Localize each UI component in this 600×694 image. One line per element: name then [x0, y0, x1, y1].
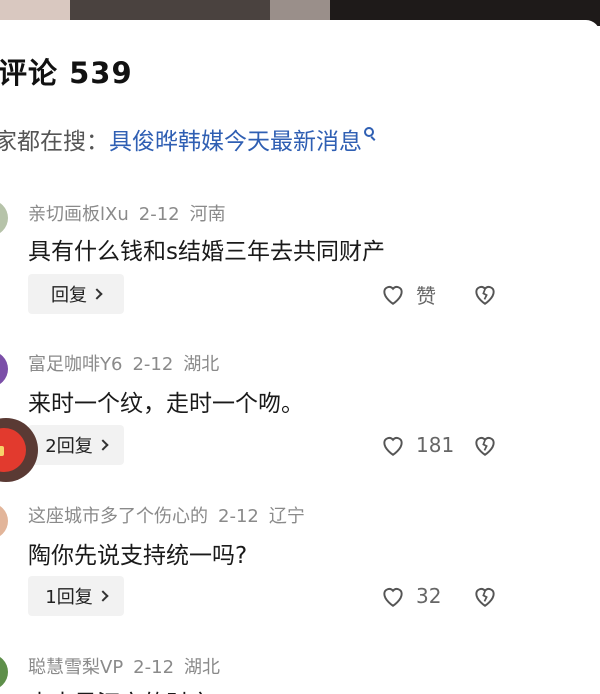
reply-button[interactable]: 1回复 — [28, 576, 124, 616]
comment-count-title: 评论 539 — [0, 56, 133, 90]
comment-location: 湖北 — [183, 354, 220, 375]
dislike-button[interactable] — [472, 274, 508, 314]
comment-location: 河南 — [189, 204, 226, 225]
broken-heart-icon — [475, 588, 495, 607]
broken-heart-icon — [475, 286, 495, 305]
comment-location: 湖北 — [184, 657, 221, 678]
comment-username[interactable]: 亲切画板lXu — [28, 204, 129, 225]
like-count: 32 — [416, 584, 442, 608]
comment-meta: 聪慧雪梨VP 2-12 湖北 — [28, 653, 220, 679]
comment-text: 陶你先说支持统一吗? — [28, 543, 248, 569]
chevron-right-icon — [97, 590, 109, 602]
like-button[interactable]: 32 — [380, 576, 441, 616]
like-button[interactable]: 181 — [380, 425, 454, 465]
comment-date: 2-12 — [138, 204, 180, 225]
comment-username[interactable]: 这座城市多了个伤心的 — [28, 506, 208, 527]
reply-button[interactable]: 2回复 — [28, 425, 124, 465]
reply-button[interactable]: 回复 — [28, 274, 124, 314]
comment-username[interactable]: 富足咖啡Y6 — [28, 354, 122, 375]
dislike-button[interactable] — [472, 576, 508, 616]
reply-label: 回复 — [51, 285, 87, 306]
comment-meta: 亲切画板lXu 2-12 河南 — [28, 200, 226, 226]
comment-text: 本来是汪家的财产 — [28, 684, 212, 694]
reply-label: 1回复 — [45, 587, 93, 608]
comment-meta: 这座城市多了个伤心的 2-12 辽宁 — [28, 502, 305, 528]
dislike-button[interactable] — [472, 425, 508, 465]
heart-outline-icon — [383, 437, 403, 456]
chevron-right-icon — [97, 439, 109, 451]
search-tip-prefix: 家都在搜： — [0, 129, 109, 155]
like-count: 赞 — [416, 283, 436, 308]
heart-outline-icon — [383, 286, 403, 305]
floating-gift-badge[interactable] — [0, 410, 42, 490]
comment-date: 2-12 — [218, 506, 259, 527]
comment-date: 2-12 — [133, 657, 175, 678]
chevron-right-icon — [91, 288, 103, 300]
reply-label: 2回复 — [45, 436, 93, 457]
heart-outline-icon — [383, 588, 403, 607]
comment-date: 2-12 — [132, 354, 174, 375]
trending-search-tip[interactable]: 家都在搜：具俊晔韩媒今天最新消息 — [0, 122, 374, 156]
comment-meta: 富足咖啡Y6 2-12 湖北 — [28, 350, 219, 376]
search-icon — [364, 127, 374, 137]
like-button[interactable]: 赞 — [380, 274, 436, 314]
search-tip-query[interactable]: 具俊晔韩媒今天最新消息 — [109, 129, 362, 155]
comment-text: 具有什么钱和s结婚三年去共同财产 — [28, 239, 385, 265]
comment-username[interactable]: 聪慧雪梨VP — [28, 657, 123, 678]
comment-location: 辽宁 — [268, 506, 305, 527]
like-count: 181 — [416, 433, 455, 457]
broken-heart-icon — [475, 437, 495, 456]
comment-text: 来时一个纹，走时一个吻。 — [28, 391, 304, 417]
